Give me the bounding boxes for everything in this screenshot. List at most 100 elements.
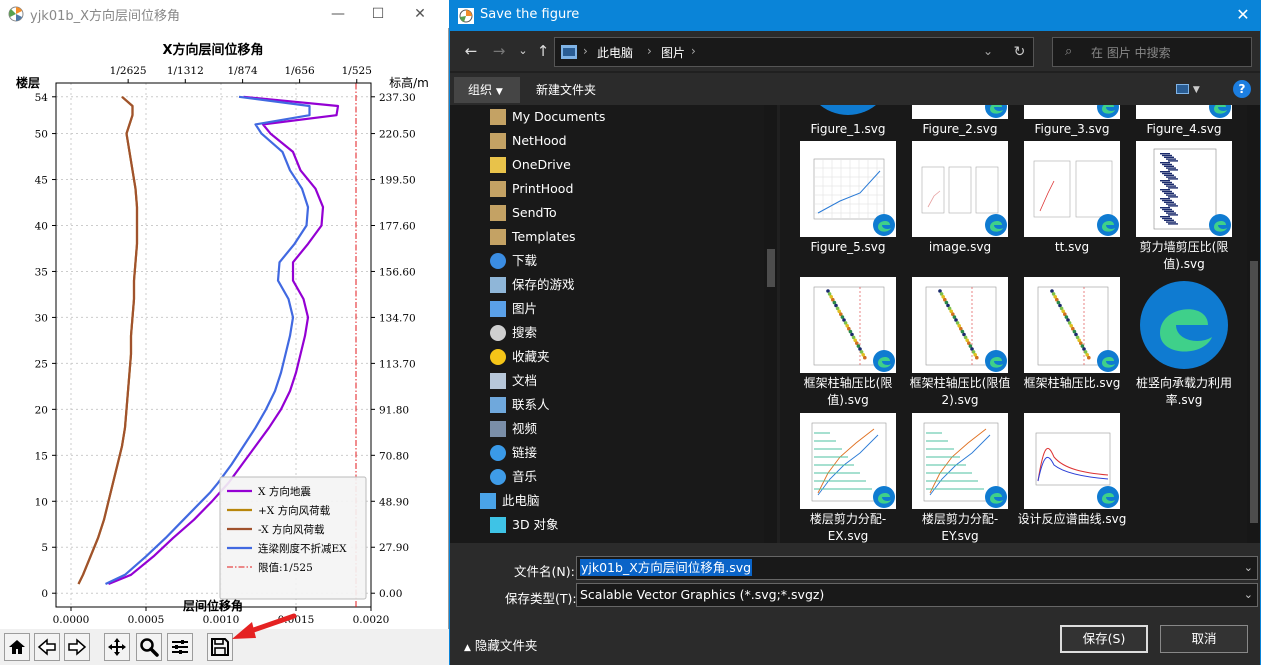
chevron-down-icon[interactable]: ⌄ bbox=[1244, 557, 1253, 579]
edge-badge-icon bbox=[872, 485, 896, 509]
nav-item[interactable]: 音乐 bbox=[490, 465, 760, 489]
configure-subplots-button[interactable] bbox=[167, 633, 193, 661]
file-thumbnail bbox=[1024, 413, 1120, 509]
save-dialog: Save the figure ✕ ← → ⌄ ↑ › 此电脑 › 图片 › ⌄… bbox=[449, 0, 1261, 665]
nav-item[interactable]: 视频 bbox=[490, 417, 760, 441]
mpl-toolbar bbox=[0, 629, 449, 665]
nav-item[interactable]: SendTo bbox=[490, 201, 760, 225]
nav-item[interactable]: PrintHood bbox=[490, 177, 760, 201]
figure-canvas: 0.0000 0.0005 0.0010 0.0015 0.00200510152025… bbox=[16, 42, 429, 626]
nav-item[interactable]: 此电脑 bbox=[480, 489, 750, 513]
nav-item-label: OneDrive bbox=[512, 157, 571, 172]
top-tick-label: 1/1312 bbox=[167, 65, 204, 77]
scrollbar-thumb[interactable] bbox=[767, 249, 775, 287]
shortcut-folder-icon bbox=[490, 181, 506, 197]
search-box[interactable]: ⌕ 在 图片 中搜索 bbox=[1052, 37, 1252, 67]
forward-button[interactable] bbox=[64, 633, 90, 661]
x-tick-label: 0.0020 bbox=[353, 614, 390, 626]
nav-item-label: 下载 bbox=[512, 253, 538, 268]
cube-icon bbox=[490, 517, 506, 533]
nav-item[interactable]: 保存的游戏 bbox=[490, 273, 760, 297]
nav-item[interactable]: 链接 bbox=[490, 441, 760, 465]
top-tick-label: 1/874 bbox=[227, 65, 258, 77]
games-icon bbox=[490, 277, 506, 293]
floppy-disk-icon bbox=[211, 638, 229, 656]
nav-item[interactable]: 下载 bbox=[490, 249, 760, 273]
star-icon bbox=[490, 349, 506, 365]
filename-input[interactable]: yjk01b_X方向层间位移角.svg ⌄ bbox=[576, 556, 1258, 580]
back-button[interactable] bbox=[34, 633, 60, 661]
file-item[interactable]: 桩竖向承载力利用率.svg bbox=[1128, 105, 1232, 535]
minimize-button[interactable]: — bbox=[318, 2, 358, 26]
view-options-button[interactable]: ▼ bbox=[1176, 81, 1200, 95]
address-bar[interactable]: › 此电脑 › 图片 › ⌄ bbox=[554, 37, 1034, 67]
mpl-window-title: yjk01b_X方向层间位移角 bbox=[30, 9, 181, 24]
recent-locations-chevron-icon[interactable]: ⌄ bbox=[512, 40, 534, 62]
organize-button[interactable]: 组织 ▼ bbox=[454, 77, 520, 103]
search-placeholder: 在 图片 中搜索 bbox=[1091, 46, 1171, 60]
edge-badge-icon bbox=[1096, 485, 1120, 509]
address-dropdown-icon[interactable]: ⌄ bbox=[983, 44, 993, 58]
nav-item-label: NetHood bbox=[512, 133, 567, 148]
y2-tick-label: 177.60 bbox=[379, 220, 416, 232]
nav-item-label: SendTo bbox=[512, 205, 557, 220]
folder-icon bbox=[490, 157, 506, 173]
nav-item[interactable]: 收藏夹 bbox=[490, 345, 760, 369]
nav-item[interactable]: 联系人 bbox=[490, 393, 760, 417]
file-item[interactable]: 楼层剪力分配-EY.svg bbox=[904, 105, 1008, 543]
nav-item[interactable]: NetHood bbox=[490, 129, 760, 153]
filetype-value: Scalable Vector Graphics (*.svg;*.svgz) bbox=[580, 587, 825, 602]
breadcrumb-pictures[interactable]: 图片 bbox=[661, 44, 685, 61]
filetype-select[interactable]: Scalable Vector Graphics (*.svg;*.svgz) … bbox=[576, 583, 1258, 607]
arrow-left-icon bbox=[37, 638, 56, 656]
edge-browser-icon bbox=[1140, 281, 1228, 369]
help-icon[interactable]: ? bbox=[1233, 80, 1251, 98]
nav-item[interactable]: Templates bbox=[490, 225, 760, 249]
refresh-icon[interactable]: ↻ bbox=[1006, 37, 1034, 67]
matplotlib-window: yjk01b_X方向层间位移角 — ☐ ✕ 0.0000 0.0005 0.00 10… bbox=[0, 0, 449, 665]
nav-item[interactable]: OneDrive bbox=[490, 153, 760, 177]
y2-axis-label: 标高/m bbox=[389, 75, 429, 90]
chevron-down-icon[interactable]: ⌄ bbox=[1244, 584, 1253, 606]
y2-tick-label: 199.50 bbox=[379, 175, 416, 187]
nav-item[interactable]: 图片 bbox=[490, 297, 760, 321]
nav-item[interactable]: 3D 对象 bbox=[490, 513, 760, 537]
dialog-close-button[interactable]: ✕ bbox=[1232, 5, 1254, 24]
navigation-pane-scrollbar[interactable] bbox=[764, 105, 777, 543]
legend-label: -X 方向风荷载 bbox=[258, 523, 325, 536]
documents-icon bbox=[490, 373, 506, 389]
y-tick-label: 30 bbox=[35, 312, 48, 324]
back-arrow-icon[interactable]: ← bbox=[460, 40, 482, 62]
home-button[interactable] bbox=[4, 633, 30, 661]
nav-item[interactable]: 文档 bbox=[490, 369, 760, 393]
save-button[interactable]: 保存(S) bbox=[1060, 625, 1148, 653]
pan-button[interactable] bbox=[104, 633, 130, 661]
maximize-button[interactable]: ☐ bbox=[358, 2, 398, 26]
file-item[interactable]: 设计反应谱曲线.svg bbox=[1016, 105, 1126, 535]
y-tick-label: 35 bbox=[35, 266, 48, 278]
nav-item[interactable]: My Documents bbox=[490, 105, 760, 129]
hide-folders-button[interactable]: ▲ 隐藏文件夹 bbox=[464, 635, 537, 654]
legend-label: 限值:1/525 bbox=[258, 561, 313, 574]
dialog-footer: 文件名(N): yjk01b_X方向层间位移角.svg ⌄ 保存类型(T): S… bbox=[450, 543, 1260, 665]
x-tick-label: 0.0000 bbox=[53, 614, 90, 626]
organize-label: 组织 bbox=[468, 83, 493, 97]
scrollbar-thumb[interactable] bbox=[1250, 261, 1258, 523]
file-thumbnail bbox=[1136, 277, 1232, 373]
breadcrumb-this-pc[interactable]: 此电脑 bbox=[597, 44, 633, 61]
file-list-scrollbar[interactable] bbox=[1247, 105, 1260, 543]
breadcrumb-sep-icon: › bbox=[583, 44, 588, 58]
nav-item-label: Templates bbox=[512, 229, 576, 244]
y2-tick-label: 134.70 bbox=[379, 312, 416, 324]
close-button[interactable]: ✕ bbox=[400, 2, 440, 26]
cancel-button[interactable]: 取消 bbox=[1160, 625, 1248, 653]
new-folder-button[interactable]: 新建文件夹 bbox=[536, 81, 596, 98]
forward-arrow-icon[interactable]: → bbox=[488, 40, 510, 62]
chevron-up-icon: ▲ bbox=[464, 643, 471, 653]
zoom-button[interactable] bbox=[136, 633, 162, 661]
y2-tick-label: 156.60 bbox=[379, 266, 416, 278]
nav-item[interactable]: 搜索 bbox=[490, 321, 760, 345]
nav-item-label: 联系人 bbox=[512, 397, 550, 412]
file-item[interactable]: 楼层剪力分配-EX.svg bbox=[792, 105, 896, 543]
up-arrow-icon[interactable]: ↑ bbox=[532, 40, 554, 62]
